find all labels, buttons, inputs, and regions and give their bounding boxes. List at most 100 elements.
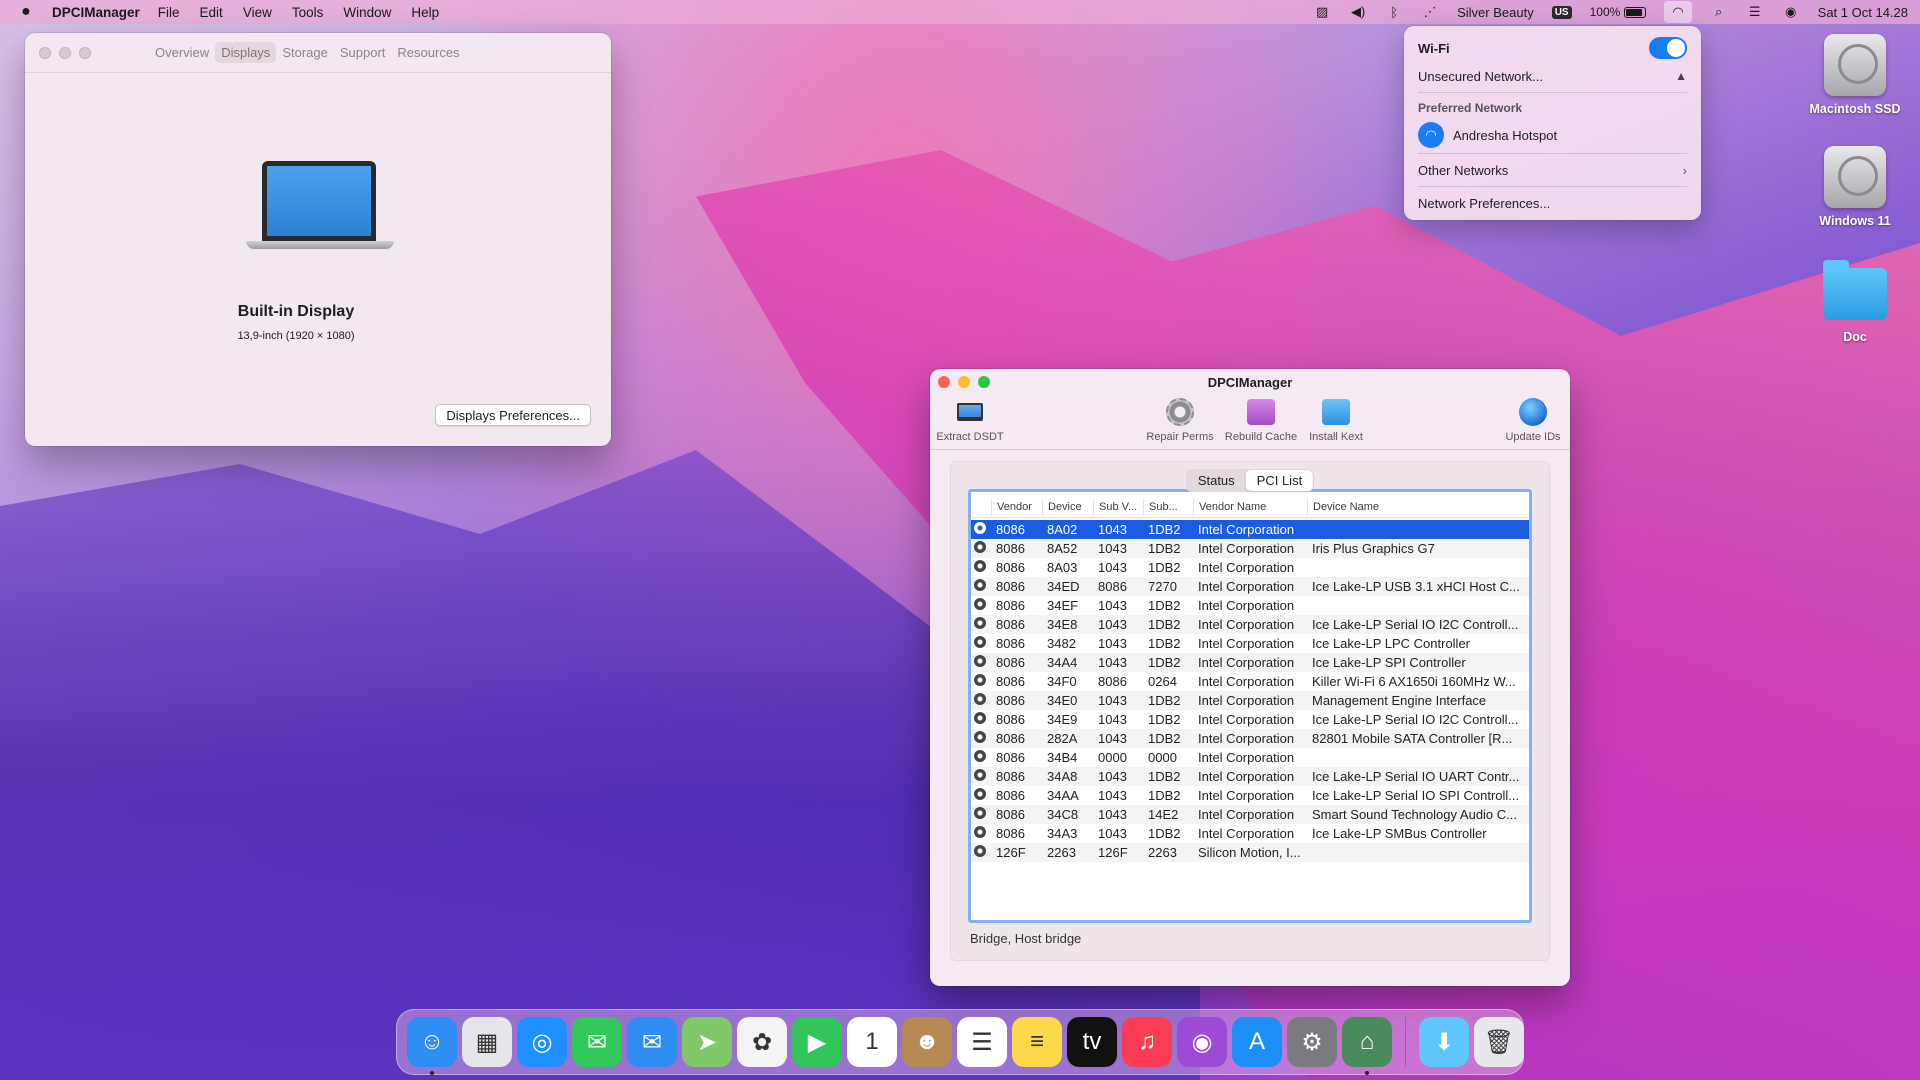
- menu-help[interactable]: Help: [411, 5, 439, 20]
- menu-app-name[interactable]: DPCIManager: [52, 5, 140, 20]
- volume-icon[interactable]: ◀): [1349, 3, 1367, 21]
- divider: [1418, 153, 1687, 154]
- table-row[interactable]: 8086 34B4 0000 0000 Intel Corporation: [971, 748, 1529, 767]
- table-row[interactable]: 126F 2263 126F 2263 Silicon Motion, I...: [971, 843, 1529, 862]
- column-header-vendor-name[interactable]: Vendor Name: [1193, 498, 1307, 515]
- preferred-network-item[interactable]: ◠ Andresha Hotspot: [1418, 119, 1687, 151]
- input-source-badge[interactable]: US: [1551, 5, 1572, 19]
- tv-icon[interactable]: tv: [1067, 1017, 1117, 1067]
- network-activity-icon[interactable]: ⋰: [1421, 3, 1439, 21]
- menu-tools[interactable]: Tools: [292, 5, 324, 20]
- contacts-icon[interactable]: ☻: [902, 1017, 952, 1067]
- device-cell: 34B4: [1047, 750, 1078, 765]
- finder-icon[interactable]: ☺: [407, 1017, 457, 1075]
- menu-clock[interactable]: Sat 1 Oct 14.28: [1818, 5, 1908, 20]
- photos-icon[interactable]: ✿: [737, 1017, 787, 1067]
- network-preferences-item[interactable]: Network Preferences...: [1418, 189, 1687, 217]
- notes-icon[interactable]: ≡: [1012, 1017, 1062, 1067]
- mail-icon[interactable]: ✉: [627, 1017, 677, 1067]
- table-row[interactable]: 8086 34ED 8086 7270 Intel Corporation Ice Lak…: [971, 577, 1529, 596]
- table-row[interactable]: 8086 8A03 1043 1DB2 Intel Corporation: [971, 558, 1529, 577]
- wifi-toggle[interactable]: [1649, 37, 1687, 59]
- trash-icon[interactable]: 🗑: [1474, 1017, 1524, 1067]
- table-row[interactable]: 8086 34A4 1043 1DB2 Intel Corporation Ice Lak…: [971, 653, 1529, 672]
- table-row[interactable]: 8086 34E9 1043 1DB2 Intel Corporation Ice Lak…: [971, 710, 1529, 729]
- other-networks-item[interactable]: Other Networks ›: [1418, 156, 1687, 184]
- table-row[interactable]: 8086 34A8 1043 1DB2 Intel Corporation Ice Lak…: [971, 767, 1529, 786]
- vendor-name-cell: Intel Corporation: [1198, 560, 1295, 575]
- column-header-device-name[interactable]: Device Name: [1307, 498, 1529, 515]
- maps-icon[interactable]: ➤: [682, 1017, 732, 1067]
- downloads-folder-icon[interactable]: ⬇: [1419, 1017, 1469, 1067]
- tab-status[interactable]: Status: [1187, 470, 1246, 491]
- sub-vendor-cell: 1043: [1098, 693, 1127, 708]
- table-row[interactable]: 8086 34EF 1043 1DB2 Intel Corporation: [971, 596, 1529, 615]
- device-name-cell: Ice Lake-LP LPC Controller: [1312, 636, 1471, 651]
- column-header-device[interactable]: Device: [1042, 498, 1093, 515]
- music-icon[interactable]: ♫: [1122, 1017, 1172, 1067]
- column-header-vendor[interactable]: Vendor: [991, 498, 1042, 515]
- install-kext-button[interactable]: Install Kext: [1296, 397, 1376, 443]
- table-row[interactable]: 8086 34F0 8086 0264 Intel Corporation Killer …: [971, 672, 1529, 691]
- facetime-icon[interactable]: ▶: [792, 1017, 842, 1067]
- menu-file[interactable]: File: [158, 5, 180, 20]
- device-cell: 34A8: [1047, 769, 1078, 784]
- sub-device-cell: 1DB2: [1148, 731, 1181, 746]
- reminders-icon[interactable]: ☰: [957, 1017, 1007, 1067]
- desktop-icon-macintosh-ssd[interactable]: Macintosh SSD: [1795, 34, 1915, 116]
- menu-view[interactable]: View: [243, 5, 272, 20]
- calendar-icon[interactable]: 1: [847, 1017, 897, 1067]
- table-row[interactable]: 8086 8A02 1043 1DB2 Intel Corporation: [971, 520, 1529, 539]
- unsecured-network-item[interactable]: Unsecured Network... ▲: [1418, 62, 1687, 90]
- zoom-button[interactable]: [79, 46, 91, 59]
- displays-preferences-button[interactable]: Displays Preferences...: [435, 404, 591, 426]
- menu-edit[interactable]: Edit: [200, 5, 223, 20]
- extract-dsdt-button[interactable]: Extract DSDT: [930, 397, 1010, 443]
- table-row[interactable]: 8086 34AA 1043 1DB2 Intel Corporation Ice Lak…: [971, 786, 1529, 805]
- battery-status[interactable]: 100%: [1590, 5, 1647, 19]
- column-header-sub-device[interactable]: Sub...: [1143, 498, 1193, 515]
- table-row[interactable]: 8086 34C8 1043 14E2 Intel Corporation Smart S…: [971, 805, 1529, 824]
- messages-icon[interactable]: ✉: [572, 1017, 622, 1067]
- control-center-icon[interactable]: ☰: [1746, 3, 1764, 21]
- spotlight-search-icon[interactable]: ⌕: [1710, 3, 1728, 21]
- minimize-button[interactable]: [59, 46, 71, 59]
- table-row[interactable]: 8086 3482 1043 1DB2 Intel Corporation Ice Lak…: [971, 634, 1529, 653]
- update-ids-button[interactable]: Update IDs: [1493, 397, 1570, 443]
- sub-vendor-cell: 1043: [1098, 788, 1127, 803]
- launchpad-icon[interactable]: ▦: [462, 1017, 512, 1067]
- tab-pci-list[interactable]: PCI List: [1245, 470, 1314, 491]
- tab-displays[interactable]: Displays: [215, 42, 277, 63]
- activity-monitor-icon[interactable]: ▨: [1313, 3, 1331, 21]
- apple-menu-icon[interactable]: ●: [12, 3, 40, 21]
- user-name[interactable]: Silver Beauty: [1457, 5, 1534, 20]
- column-header-sub-vendor[interactable]: Sub V...: [1093, 498, 1143, 515]
- table-row[interactable]: 8086 34E0 1043 1DB2 Intel Corporation Managem…: [971, 691, 1529, 710]
- tab-resources[interactable]: Resources: [391, 42, 465, 63]
- safari-icon[interactable]: ◎: [517, 1017, 567, 1067]
- close-button[interactable]: [39, 46, 51, 59]
- tab-support[interactable]: Support: [334, 42, 392, 63]
- sub-device-cell: 1DB2: [1148, 655, 1181, 670]
- siri-icon[interactable]: ◉: [1782, 3, 1800, 21]
- app-store-icon[interactable]: A: [1232, 1017, 1282, 1067]
- desktop-icon-windows-11[interactable]: Windows 11: [1795, 146, 1915, 228]
- table-row[interactable]: 8086 282A 1043 1DB2 Intel Corporation 82801 M…: [971, 729, 1529, 748]
- tab-overview[interactable]: Overview: [149, 42, 215, 63]
- pci-table[interactable]: Vendor Device Sub V... Sub... Vendor Nam…: [968, 489, 1532, 923]
- sub-device-cell: 1DB2: [1148, 769, 1181, 784]
- table-row[interactable]: 8086 8A52 1043 1DB2 Intel Corporation Iris Pl…: [971, 539, 1529, 558]
- device-cell: 34C8: [1047, 807, 1079, 822]
- bluetooth-icon[interactable]: ᛒ: [1385, 3, 1403, 21]
- tab-storage[interactable]: Storage: [276, 42, 334, 63]
- dpcimanager-icon[interactable]: ⌂: [1342, 1017, 1392, 1075]
- podcasts-icon[interactable]: ◉: [1177, 1017, 1227, 1067]
- table-row[interactable]: 8086 34E8 1043 1DB2 Intel Corporation Ice Lak…: [971, 615, 1529, 634]
- repair-perms-button[interactable]: Repair Perms: [1140, 397, 1220, 443]
- menu-window[interactable]: Window: [343, 5, 391, 20]
- wifi-menu-icon[interactable]: ◠: [1664, 1, 1692, 23]
- rebuild-cache-button[interactable]: Rebuild Cache: [1221, 397, 1301, 443]
- system-preferences-icon[interactable]: ⚙: [1287, 1017, 1337, 1067]
- desktop-icon-doc[interactable]: Doc: [1795, 260, 1915, 344]
- table-row[interactable]: 8086 34A3 1043 1DB2 Intel Corporation Ice Lak…: [971, 824, 1529, 843]
